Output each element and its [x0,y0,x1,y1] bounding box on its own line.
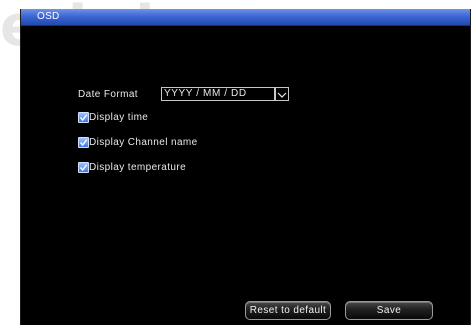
display-time-checkbox[interactable] [78,112,89,123]
osd-dialog: OSD Date Format YYYY / MM / DD Display t… [20,9,471,325]
reset-to-default-button[interactable]: Reset to default [245,301,331,320]
display-channel-name-label[interactable]: Display Channel name [89,137,198,148]
display-temperature-checkbox[interactable] [78,162,89,173]
display-temperature-label[interactable]: Display temperature [89,162,186,173]
checkbox-checked-icon [79,139,88,147]
display-time-label[interactable]: Display time [89,112,148,123]
save-button[interactable]: Save [345,301,433,320]
checkbox-checked-icon [79,114,88,122]
display-channel-name-checkbox[interactable] [78,137,89,148]
date-format-select[interactable]: YYYY / MM / DD [161,87,289,101]
title-bar: OSD [21,9,470,26]
date-format-label: Date Format [78,89,138,100]
chevron-down-icon[interactable] [275,87,289,101]
checkbox-checked-icon [79,164,88,172]
window-title: OSD [37,11,60,22]
date-format-value[interactable]: YYYY / MM / DD [161,87,275,101]
